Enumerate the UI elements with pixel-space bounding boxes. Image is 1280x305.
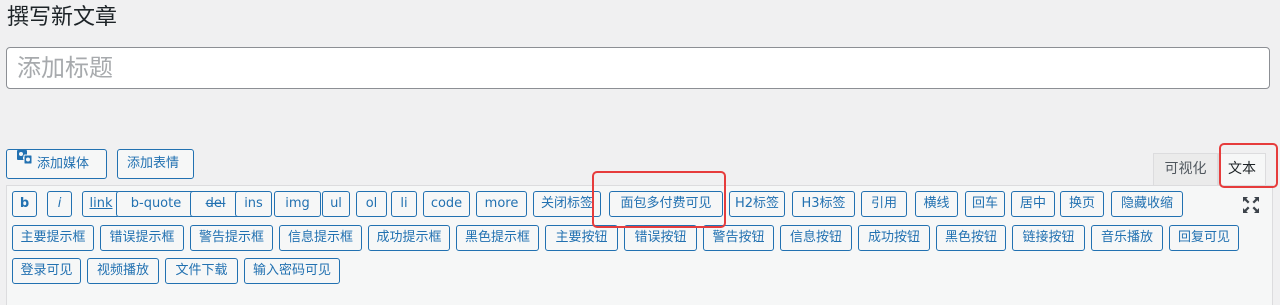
qt-warning-box-button[interactable]: 警告提示框 (190, 225, 273, 251)
tab-text[interactable]: 文本 (1218, 153, 1266, 185)
qt-li-button[interactable]: li (391, 191, 417, 217)
qt-italic-button[interactable]: i (47, 191, 72, 217)
qt-mianbaoduo-paid-button[interactable]: 面包多付费可见 (609, 191, 723, 217)
qt-video-button[interactable]: 视频播放 (87, 258, 159, 284)
qt-warning-btn-button[interactable]: 警告按钮 (703, 225, 774, 251)
qt-quote-button[interactable]: 引用 (861, 191, 907, 217)
qt-black-btn-button[interactable]: 黑色按钮 (936, 225, 1006, 251)
qt-collapse-button[interactable]: 隐藏收缩 (1111, 191, 1183, 217)
qt-success-btn-button[interactable]: 成功按钮 (858, 225, 930, 251)
qt-bold-button[interactable]: b (12, 191, 37, 217)
tab-visual[interactable]: 可视化 (1153, 153, 1218, 185)
page-title: 撰写新文章 (7, 5, 118, 30)
qt-ul-button[interactable]: ul (322, 191, 350, 217)
qt-download-button[interactable]: 文件下载 (165, 258, 238, 284)
qt-more-button[interactable]: more (476, 191, 527, 217)
qt-h2-button[interactable]: H2标签 (729, 191, 785, 217)
qt-h3-button[interactable]: H3标签 (792, 191, 855, 217)
qt-code-button[interactable]: code (423, 191, 470, 217)
qt-close-tags-button[interactable]: 关闭标签 (533, 191, 601, 217)
add-media-button[interactable]: 添加媒体 (6, 149, 107, 179)
qt-primary-btn-button[interactable]: 主要按钮 (545, 225, 618, 251)
qt-pagebreak-button[interactable]: 换页 (1060, 191, 1104, 217)
qt-reply-visible-button[interactable]: 回复可见 (1169, 225, 1239, 251)
qt-del-button[interactable]: del (190, 191, 241, 217)
qt-link-button[interactable]: link (82, 191, 120, 217)
qt-error-box-button[interactable]: 错误提示框 (100, 225, 184, 251)
add-emoji-button[interactable]: 添加表情 (117, 149, 194, 179)
qt-img-button[interactable]: img (274, 191, 321, 217)
add-media-label: 添加媒体 (37, 156, 90, 172)
qt-login-visible-button[interactable]: 登录可见 (12, 258, 81, 284)
qt-ol-button[interactable]: ol (356, 191, 387, 217)
qt-password-visible-button[interactable]: 输入密码可见 (244, 258, 340, 284)
qt-success-box-button[interactable]: 成功提示框 (368, 225, 450, 251)
qt-ins-button[interactable]: ins (235, 191, 272, 217)
qt-music-button[interactable]: 音乐播放 (1091, 225, 1163, 251)
qt-primary-box-button[interactable]: 主要提示框 (12, 225, 94, 251)
add-emoji-label: 添加表情 (127, 156, 180, 171)
fullscreen-icon[interactable] (1241, 195, 1261, 215)
post-title-input[interactable]: 添加标题 (6, 47, 1270, 89)
qt-center-button[interactable]: 居中 (1011, 191, 1055, 217)
qt-black-box-button[interactable]: 黑色提示框 (456, 225, 539, 251)
qt-enter-button[interactable]: 回车 (965, 191, 1005, 217)
media-icon (16, 148, 33, 176)
qt-link-btn-button[interactable]: 链接按钮 (1012, 225, 1085, 251)
qt-info-box-button[interactable]: 信息提示框 (279, 225, 362, 251)
qt-bquote-button[interactable]: b-quote (116, 191, 196, 217)
qt-hr-button[interactable]: 横线 (915, 191, 958, 217)
qt-info-btn-button[interactable]: 信息按钮 (780, 225, 852, 251)
qt-error-btn-button[interactable]: 错误按钮 (624, 225, 697, 251)
